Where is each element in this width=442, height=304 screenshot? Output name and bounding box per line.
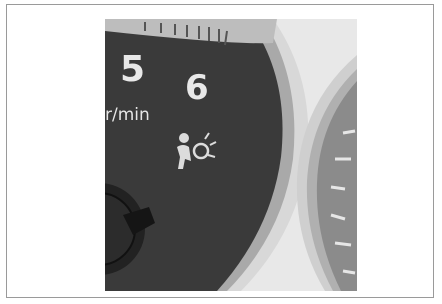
tach-number-5: 5 [120, 49, 146, 90]
rpm-unit-label: r/min [105, 105, 150, 125]
instrument-cluster-photo: 5 6 r/min [105, 19, 357, 291]
image-frame: 5 6 r/min [6, 4, 434, 298]
tach-number-6: 6 [185, 68, 209, 108]
